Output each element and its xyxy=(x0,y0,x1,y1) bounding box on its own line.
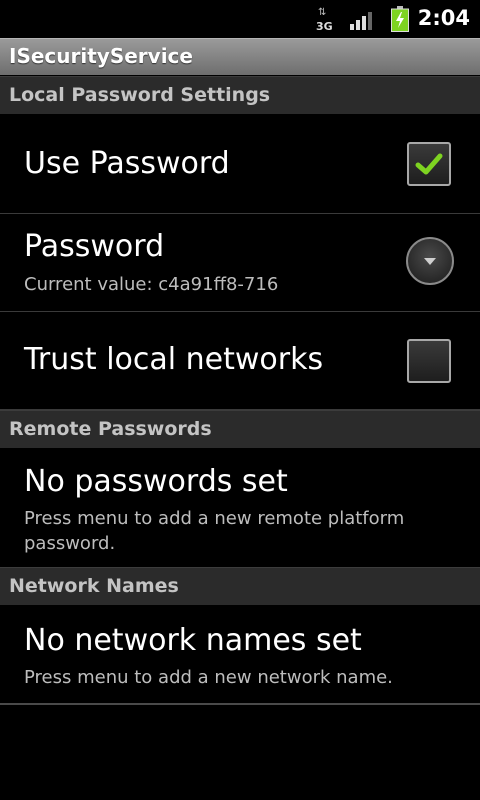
category-local-password-settings: Local Password Settings xyxy=(0,76,480,114)
trust-local-networks-checkbox[interactable] xyxy=(407,339,451,383)
category-network-names: Network Names xyxy=(0,567,480,605)
pref-no-passwords[interactable]: No passwords set Press menu to add a new… xyxy=(0,448,480,568)
app-title: ISecurityService xyxy=(9,44,193,68)
pref-password[interactable]: Password Current value: c4a91ff8-716 xyxy=(0,214,480,312)
checkmark-icon xyxy=(415,153,443,175)
pref-summary: Press menu to add a new remote platform … xyxy=(24,508,405,554)
dropdown-arrow-icon xyxy=(424,258,436,265)
pref-no-network-names[interactable]: No network names set Press menu to add a… xyxy=(0,605,480,705)
pref-use-password[interactable]: Use Password xyxy=(0,114,480,214)
status-bar: ⇅ 3G 2:04 xyxy=(0,0,480,38)
network-type-label: 3G xyxy=(316,20,333,33)
pref-summary: Press menu to add a new network name. xyxy=(24,667,393,688)
battery-charging-icon xyxy=(391,6,409,32)
category-label: Local Password Settings xyxy=(9,84,271,106)
screen: ⇅ 3G 2:04 ISecurityService Local Passwor… xyxy=(0,0,480,800)
category-label: Network Names xyxy=(9,575,179,597)
category-label: Remote Passwords xyxy=(9,418,212,440)
pref-title: Password xyxy=(24,229,165,264)
pref-summary: Current value: c4a91ff8-716 xyxy=(24,274,279,295)
category-remote-passwords: Remote Passwords xyxy=(0,410,480,448)
status-clock: 2:04 xyxy=(417,6,470,30)
pref-trust-local-networks[interactable]: Trust local networks xyxy=(0,312,480,410)
pref-title: Use Password xyxy=(24,146,230,181)
data-3g-icon: ⇅ 3G xyxy=(316,7,333,34)
password-dropdown-button[interactable] xyxy=(406,237,454,285)
use-password-checkbox[interactable] xyxy=(407,142,451,186)
title-bar: ISecurityService xyxy=(0,38,480,75)
pref-title: No passwords set xyxy=(24,464,288,499)
pref-title: Trust local networks xyxy=(24,342,324,377)
pref-title: No network names set xyxy=(24,623,362,658)
signal-strength-icon xyxy=(350,12,372,30)
